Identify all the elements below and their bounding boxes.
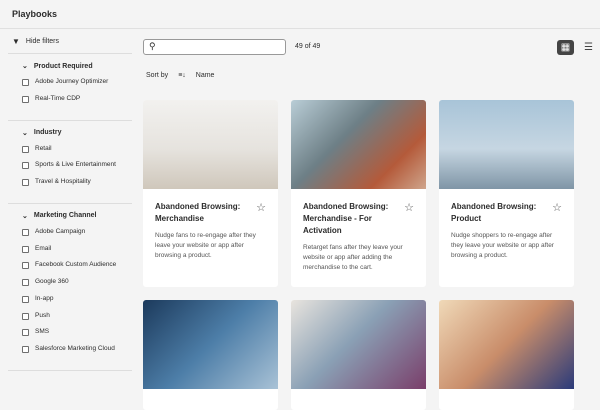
filter-group: ⌄ Marketing Channel Adobe Campaign Email Fac… <box>8 204 132 371</box>
filter-option[interactable]: Google 360 <box>22 278 132 287</box>
filter-option[interactable]: Travel & Hospitality <box>22 178 132 187</box>
list-view-button[interactable]: ☰ <box>580 40 597 55</box>
checkbox[interactable] <box>22 262 29 270</box>
grid-view-button[interactable]: ▦ <box>557 40 574 55</box>
checkbox[interactable] <box>22 79 29 86</box>
playbook-image <box>439 300 574 389</box>
result-count: 49 of 49 <box>295 43 321 50</box>
filter-group-toggle[interactable]: ⌄ Marketing Channel <box>22 212 132 220</box>
checkbox[interactable] <box>22 279 29 287</box>
filter-option[interactable]: Real-Time CDP <box>22 95 132 104</box>
search-input[interactable]: ⚲ <box>143 39 286 55</box>
playbook-image <box>143 300 278 389</box>
filter-option[interactable]: Retail <box>22 145 132 154</box>
chevron-down-icon: ⌄ <box>22 212 28 220</box>
checkbox[interactable] <box>22 245 29 253</box>
filter-option[interactable]: Facebook Custom Audience <box>22 261 132 270</box>
filter-option[interactable]: In-app <box>22 295 132 304</box>
hide-filters-button[interactable]: ▼ Hide filters <box>8 30 132 54</box>
playbook-card[interactable]: Abandoned Browsing: Merchandise - For Ac… <box>291 100 426 287</box>
playbook-image <box>143 100 278 189</box>
filter-icon: ▼ <box>12 37 20 46</box>
checkbox[interactable] <box>22 312 29 320</box>
filters-sidebar: ▼ Hide filters ⌄ Product Required Adobe Jou… <box>0 30 140 371</box>
playbook-image <box>439 100 574 189</box>
card-title: Abandoned Browsing: Product <box>451 202 537 223</box>
playbook-card[interactable]: Abandoned Browsing: Product ☆ Nudge shoppe… <box>439 100 574 287</box>
filter-option[interactable]: Push <box>22 312 132 321</box>
checkbox[interactable] <box>22 95 29 103</box>
checkbox[interactable] <box>22 162 29 170</box>
playbook-card[interactable]: Abandoned Browsing: Merchandise ☆ Nudge fa… <box>143 100 278 287</box>
checkbox[interactable] <box>22 329 29 337</box>
star-icon[interactable]: ☆ <box>404 201 414 214</box>
sort-order-icon[interactable]: ≡↓ <box>178 72 186 79</box>
star-icon[interactable]: ☆ <box>552 201 562 214</box>
card-description: Nudge shoppers to re-engage after they l… <box>451 232 554 260</box>
checkbox[interactable] <box>22 179 29 187</box>
sort-control[interactable]: Sort by ≡↓ Name <box>146 72 214 79</box>
star-icon[interactable]: ☆ <box>256 201 266 214</box>
filter-option[interactable]: SMS <box>22 328 132 337</box>
filter-option[interactable]: Email <box>22 245 132 254</box>
checkbox[interactable] <box>22 145 29 153</box>
checkbox[interactable] <box>22 295 29 303</box>
playbook-image <box>291 100 426 189</box>
card-description: Retarget fans after they leave your webs… <box>303 244 403 272</box>
chevron-down-icon: ⌄ <box>22 63 28 70</box>
filter-group: ⌄ Product Required Adobe Journey Optimizer… <box>8 54 132 121</box>
filter-group: ⌄ Industry Retail Sports & Live Entertainme… <box>8 121 132 204</box>
playbook-card[interactable] <box>439 300 574 410</box>
playbook-image <box>291 300 426 389</box>
filter-group-toggle[interactable]: ⌄ Product Required <box>22 62 132 71</box>
checkbox[interactable] <box>22 346 29 354</box>
filter-option[interactable]: Salesforce Marketing Cloud <box>22 345 132 354</box>
filter-option[interactable]: Adobe Campaign <box>22 228 132 237</box>
chevron-down-icon: ⌄ <box>22 129 28 137</box>
filter-group-toggle[interactable]: ⌄ Industry <box>22 129 132 137</box>
filter-option[interactable]: Sports & Live Entertainment <box>22 161 132 170</box>
playbook-card[interactable] <box>291 300 426 410</box>
page-title: Playbooks <box>0 0 600 29</box>
search-icon: ⚲ <box>149 41 156 51</box>
card-title: Abandoned Browsing: Merchandise - For Ac… <box>303 202 389 235</box>
filter-option[interactable]: Adobe Journey Optimizer <box>22 78 132 87</box>
checkbox[interactable] <box>22 228 29 236</box>
playbook-card[interactable] <box>143 300 278 410</box>
card-description: Nudge fans to re-engage after they leave… <box>155 232 256 260</box>
card-title: Abandoned Browsing: Merchandise <box>155 202 241 223</box>
